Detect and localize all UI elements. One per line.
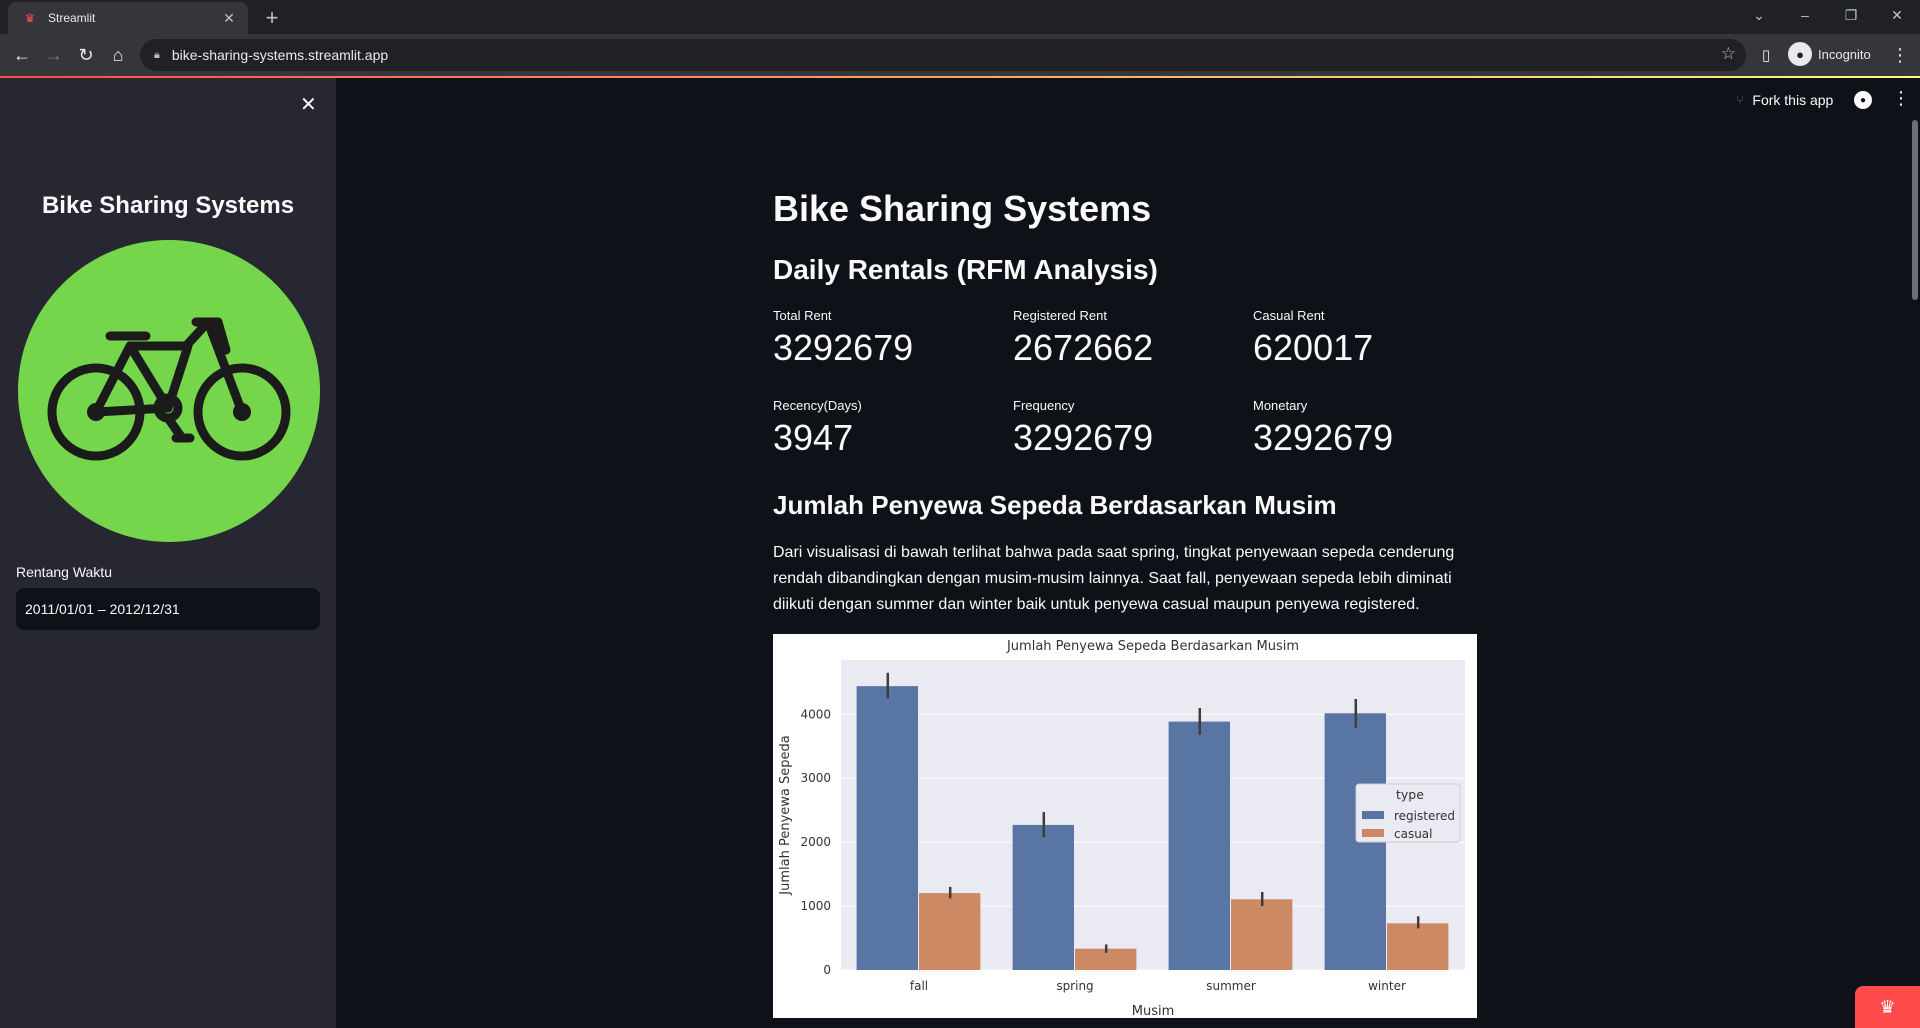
url-text: bike-sharing-systems.streamlit.app <box>171 47 389 63</box>
metric-casual-rent: Casual Rent 620017 <box>1253 308 1483 369</box>
metric-value: 620017 <box>1253 327 1374 368</box>
bar-registered-fall <box>856 686 918 970</box>
metric-label: Registered Rent <box>1013 308 1107 323</box>
profile-label: Incognito <box>1818 46 1871 62</box>
x-axis-label: Musim <box>1132 1004 1175 1018</box>
metric-total-rent: Total Rent 3292679 <box>773 308 1003 369</box>
main-menu-icon[interactable]: ⋮ <box>1892 88 1910 109</box>
bar-registered-spring <box>1012 824 1074 970</box>
bookmark-star-icon[interactable]: ☆ <box>1721 44 1736 64</box>
browser-tab-strip: ♛ Streamlit ✕ + ⌄ – ❐ ✕ <box>0 0 1920 34</box>
metric-monetary: Monetary 3292679 <box>1253 398 1483 459</box>
page-title: Bike Sharing Systems <box>773 188 1152 229</box>
metric-label: Monetary <box>1253 398 1308 413</box>
sidebar: ✕ Bike Sharing Systems Rentang Waktu 201… <box>0 78 336 1028</box>
streamlit-favicon-icon: ♛ <box>24 11 36 25</box>
close-window-icon[interactable]: ✕ <box>1874 0 1920 30</box>
legend-swatch-casual <box>1362 829 1384 837</box>
metric-label: Frequency <box>1013 398 1075 413</box>
github-icon[interactable]: ● <box>1854 91 1872 109</box>
chart-svg: 0 1000 2000 3000 4000 fall spring summer winter J… <box>778 639 1465 1018</box>
tab-title: Streamlit <box>48 11 96 25</box>
x-tick-label: summer <box>1206 979 1256 993</box>
back-icon[interactable]: ← <box>8 41 36 69</box>
close-sidebar-icon[interactable]: ✕ <box>300 92 317 117</box>
minimize-icon[interactable]: – <box>1782 0 1828 30</box>
browser-menu-icon[interactable]: ⋮ <box>1886 41 1914 69</box>
app-toolbar: ⑂ Fork this app ● ⋮ <box>1680 78 1920 124</box>
sidebar-title: Bike Sharing Systems <box>41 192 295 219</box>
incognito-profile[interactable]: ● Incognito <box>1788 42 1871 66</box>
metric-value: 2672662 <box>1013 327 1154 368</box>
metric-label: Casual Rent <box>1253 308 1325 323</box>
bicycle-icon <box>47 317 291 461</box>
metric-value: 3947 <box>773 417 854 458</box>
incognito-icon: ● <box>1788 42 1812 66</box>
rfm-subtitle: Daily Rentals (RFM Analysis) <box>773 254 1158 285</box>
chart-title: Jumlah Penyewa Sepeda Berdasarkan Musim <box>1006 639 1299 654</box>
y-axis-label: Jumlah Penyewa Sepeda <box>778 735 793 895</box>
fork-icon: ⑂ <box>1736 92 1745 108</box>
lock-icon: 🔒︎ <box>154 48 160 61</box>
new-tab-icon[interactable]: + <box>258 4 286 32</box>
legend-swatch-registered <box>1362 811 1384 819</box>
reload-icon[interactable]: ↻ <box>72 41 100 69</box>
address-toolbar: ← → ↻ ⌂ 🔒︎ bike-sharing-systems.streamli… <box>0 34 1920 76</box>
close-tab-icon[interactable]: ✕ <box>220 10 238 27</box>
tab-search-icon[interactable]: ⌄ <box>1736 0 1782 30</box>
season-description: Dari visualisasi di bawah terlihat bahwa… <box>773 544 1455 613</box>
x-tick-label: winter <box>1368 979 1406 993</box>
x-tick-label: fall <box>910 979 928 993</box>
scrollbar[interactable] <box>1912 120 1918 300</box>
streamlit-badge-icon[interactable]: ♛ <box>1855 986 1920 1028</box>
date-range-input[interactable]: 2011/01/01 – 2012/12/31 <box>16 588 320 630</box>
bar-casual-winter <box>1387 923 1449 970</box>
metric-value: 3292679 <box>773 327 914 368</box>
metric-frequency: Frequency 3292679 <box>1013 398 1243 459</box>
legend-label-casual: casual <box>1394 827 1433 841</box>
bar-registered-summer <box>1168 721 1230 970</box>
metric-recency: Recency(Days) 3947 <box>773 398 1003 459</box>
season-section-title: Jumlah Penyewa Sepeda Berdasarkan Musim <box>773 490 1337 520</box>
x-tick-label: spring <box>1056 979 1093 993</box>
metric-value: 3292679 <box>1253 417 1394 458</box>
home-icon[interactable]: ⌂ <box>104 41 132 69</box>
season-bar-chart: 0 1000 2000 3000 4000 fall spring summer winter J… <box>773 634 1477 1018</box>
y-tick-label: 3000 <box>800 771 831 785</box>
y-tick-label: 1000 <box>800 899 831 913</box>
fork-label: Fork this app <box>1752 92 1834 108</box>
fork-app-button[interactable]: ⑂ Fork this app <box>1736 92 1833 108</box>
metric-label: Total Rent <box>773 308 832 323</box>
address-bar[interactable]: 🔒︎ bike-sharing-systems.streamlit.app ☆ <box>140 39 1746 71</box>
legend-title: type <box>1396 787 1424 802</box>
bike-logo <box>18 240 320 542</box>
side-panel-icon[interactable]: ▯ <box>1752 41 1780 69</box>
restore-icon[interactable]: ❐ <box>1828 0 1874 30</box>
legend-label-registered: registered <box>1394 809 1455 823</box>
metric-registered-rent: Registered Rent 2672662 <box>1013 308 1243 369</box>
date-range-label: Rentang Waktu <box>16 564 112 580</box>
y-tick-label: 4000 <box>800 707 831 721</box>
metric-label: Recency(Days) <box>773 398 862 413</box>
forward-icon[interactable]: → <box>40 41 68 69</box>
bar-casual-summer <box>1231 899 1293 970</box>
metric-value: 3292679 <box>1013 417 1154 458</box>
y-tick-label: 0 <box>823 963 831 977</box>
y-tick-label: 2000 <box>800 835 831 849</box>
bar-casual-fall <box>919 893 981 970</box>
browser-tab[interactable]: ♛ Streamlit ✕ <box>8 2 248 34</box>
